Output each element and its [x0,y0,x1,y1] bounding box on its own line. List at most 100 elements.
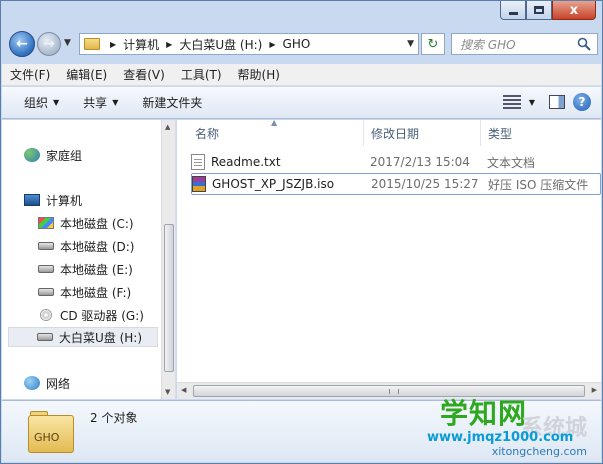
file-name-cell: GHOST_XP_JSZJB.iso [192,176,362,192]
close-icon: x [569,2,579,18]
nav-item-label: 本地磁盘 (C:) [60,216,134,231]
archive-file-icon [192,176,206,192]
item-count: 2 个对象 [90,411,138,425]
nav-item-homegroup[interactable]: 家庭组 [24,145,82,165]
preview-pane-icon[interactable] [549,95,565,109]
nav-item-label: 网络 [46,376,71,391]
address-dropdown-icon[interactable]: ▼ [407,39,414,49]
scroll-left-icon[interactable]: ◀ [181,386,186,394]
column-header-name[interactable]: 名称 [177,120,364,146]
system-drive-icon [38,217,54,229]
search-icon [577,37,591,51]
nav-item-drive-g[interactable]: CD 驱动器 (G:) [38,305,144,325]
caption-buttons: x [500,1,596,23]
scroll-right-icon[interactable]: ▶ [592,386,597,394]
file-date: 2015/10/25 15:27 [371,177,479,191]
recent-pages-dropdown[interactable]: ▼ [64,38,71,48]
file-name: GHOST_XP_JSZJB.iso [212,177,335,191]
scrollbar-thumb[interactable] [164,224,174,372]
network-icon [24,376,40,390]
back-button[interactable]: ← [9,31,35,57]
help-button[interactable]: ? [573,93,591,111]
menu-file[interactable]: 文件(F) [2,66,58,83]
nav-item-drive-h[interactable]: 大白菜U盘 (H:) [8,327,158,347]
breadcrumb-folder[interactable]: GHO [283,37,311,51]
horizontal-scrollbar[interactable]: ◀ ▶ [177,382,601,399]
folder-thumbnail-label: GHO [34,431,60,444]
column-header-label: 名称 [195,126,220,141]
nav-item-network[interactable]: 网络 [24,373,70,393]
nav-item-drive-f[interactable]: 本地磁盘 (F:) [38,282,131,302]
new-folder-label: 新建文件夹 [142,96,203,110]
breadcrumb-separator-icon[interactable]: ▶ [110,40,116,49]
nav-item-drive-e[interactable]: 本地磁盘 (E:) [38,259,133,279]
menu-edit[interactable]: 编辑(E) [58,66,115,83]
computer-icon [24,194,40,206]
menu-bar: 文件(F) 编辑(E) 查看(V) 工具(T) 帮助(H) [2,64,601,86]
breadcrumb-separator-icon[interactable]: ▶ [166,40,172,49]
nav-item-computer[interactable]: 计算机 [24,190,82,210]
watermark-sub-text: 系统城 [520,416,587,441]
text-file-icon [191,154,205,170]
help-icon: ? [578,95,586,109]
view-options-dropdown-icon[interactable]: ▼ [529,98,535,107]
forward-button[interactable]: → [37,32,61,56]
breadcrumb-separator-icon[interactable]: ▶ [269,40,275,49]
navigation-scrollbar[interactable]: ▲ ▼ [161,120,175,399]
navigation-pane: 家庭组 计算机 本地磁盘 (C:) 本地磁盘 (D:) 本地磁盘 (E:) 本地… [2,120,176,399]
column-header-type[interactable]: 类型 [481,120,601,146]
hard-drive-icon [38,242,54,250]
nav-item-label: 本地磁盘 (F:) [60,285,132,300]
minimize-button[interactable] [500,1,526,20]
nav-item-label: 本地磁盘 (D:) [60,239,135,254]
column-header-date[interactable]: 修改日期 [364,120,481,146]
chevron-down-icon: ▼ [112,98,119,107]
column-header-label: 修改日期 [371,126,420,141]
nav-item-drive-c[interactable]: 本地磁盘 (C:) [38,213,134,233]
address-bar[interactable]: ▶ 计算机 ▶ 大白菜U盘 (H:) ▶ GHO ▼ [79,33,419,55]
file-name: Readme.txt [211,155,281,169]
new-folder-button[interactable]: 新建文件夹 [130,94,214,111]
nav-item-label: 家庭组 [46,148,83,163]
menu-help[interactable]: 帮助(H) [230,66,288,83]
details-pane: GHO 2 个对象 学知网 系统城 www.jmqz1000.com xiton… [2,397,601,462]
watermark-url-secondary: xitongcheng.com [491,445,587,458]
change-view-icon[interactable] [502,95,521,109]
forward-arrow-icon: → [43,36,55,52]
scrollbar-grip [389,389,399,394]
command-bar: 组织 ▼ 共享 ▼ 新建文件夹 ▼ ? [2,87,601,119]
minimize-icon [508,11,518,15]
file-row[interactable]: Readme.txt 2017/2/13 15:04 文本文档 [191,151,601,173]
menu-view[interactable]: 查看(V) [115,66,173,83]
nav-item-drive-d[interactable]: 本地磁盘 (D:) [38,236,134,256]
folder-icon [84,38,100,50]
hard-drive-icon [38,288,54,296]
column-header-label: 类型 [488,126,513,141]
explorer-window: x ← → ▼ ▶ 计算机 ▶ 大白菜U盘 (H:) ▶ GHO ▼ ↻ 搜索 … [0,0,603,464]
maximize-button[interactable] [526,1,552,20]
organize-button[interactable]: 组织 ▼ [2,94,71,111]
share-label: 共享 [83,96,108,110]
search-placeholder: 搜索 GHO [460,37,516,52]
nav-item-label: 本地磁盘 (E:) [60,262,133,277]
usb-drive-icon [37,333,53,341]
share-button[interactable]: 共享 ▼ [71,94,130,111]
close-button[interactable]: x [552,1,596,20]
watermark-url: www.jmqz1000.com [427,430,574,445]
command-bar-right: ▼ ? [502,93,591,111]
breadcrumb-drive[interactable]: 大白菜U盘 (H:) [179,36,262,53]
file-row-selected[interactable]: GHOST_XP_JSZJB.iso 2015/10/25 15:27 好压 I… [191,173,601,195]
menu-tools[interactable]: 工具(T) [173,66,230,83]
homegroup-icon [24,148,40,162]
refresh-icon: ↻ [427,36,439,52]
watermark: 学知网 系统城 www.jmqz1000.com xitongcheng.com [407,392,587,458]
chevron-down-icon: ▼ [53,98,60,107]
refresh-button[interactable]: ↻ [421,33,445,55]
scrollbar-thumb[interactable] [193,385,585,397]
scroll-down-icon[interactable]: ▼ [165,388,170,396]
breadcrumb-computer[interactable]: 计算机 [123,36,159,53]
search-box[interactable]: 搜索 GHO [451,33,598,55]
scroll-up-icon[interactable]: ▲ [165,123,170,131]
file-date: 2017/2/13 15:04 [370,155,470,169]
file-list-pane: ▲ 名称 修改日期 类型 Readme.txt 2017/2/13 15:04 … [177,118,601,399]
